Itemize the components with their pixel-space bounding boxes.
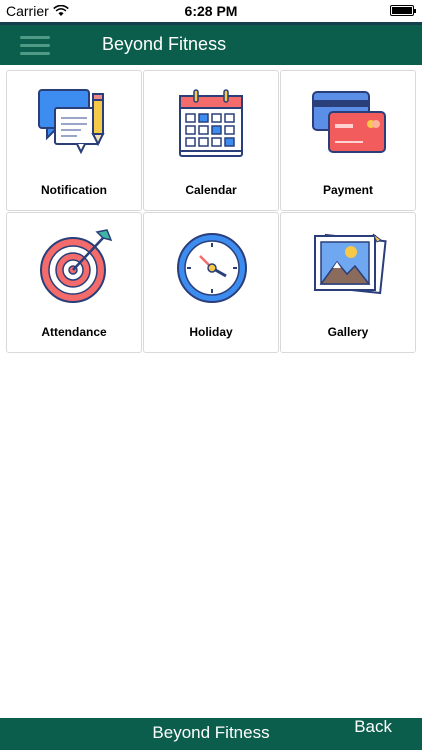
tile-label: Notification bbox=[41, 183, 107, 197]
tile-label: Calendar bbox=[185, 183, 237, 197]
notification-icon bbox=[38, 89, 105, 155]
clock-icon bbox=[177, 233, 247, 303]
back-button[interactable]: Back bbox=[354, 717, 392, 737]
tile-label: Holiday bbox=[189, 325, 233, 339]
tile-notification[interactable]: Notification bbox=[6, 70, 142, 211]
hamburger-menu-icon[interactable] bbox=[20, 31, 50, 57]
tile-attendance[interactable]: Attendance bbox=[6, 212, 142, 353]
attendance-icon bbox=[40, 229, 113, 303]
bottom-bar: Beyond Fitness Back bbox=[0, 717, 422, 750]
tile-payment[interactable]: Payment bbox=[280, 70, 416, 211]
top-app-bar: Beyond Fitness bbox=[0, 22, 422, 65]
tile-label: Payment bbox=[322, 183, 374, 197]
tile-holiday[interactable]: Holiday bbox=[143, 212, 279, 353]
tile-calendar[interactable]: Calendar bbox=[143, 70, 279, 211]
payment-icon bbox=[312, 91, 386, 153]
app-title: Beyond Fitness bbox=[102, 34, 227, 54]
status-bar: Carrier 6:28 PM bbox=[0, 0, 422, 22]
tile-gallery[interactable]: Gallery bbox=[280, 212, 416, 353]
calendar-icon bbox=[179, 89, 243, 157]
status-time: 6:28 PM bbox=[184, 3, 238, 19]
tile-label: Attendance bbox=[41, 325, 107, 339]
gallery-icon bbox=[314, 233, 387, 295]
battery-icon bbox=[390, 5, 416, 16]
tile-label: Gallery bbox=[327, 325, 369, 339]
